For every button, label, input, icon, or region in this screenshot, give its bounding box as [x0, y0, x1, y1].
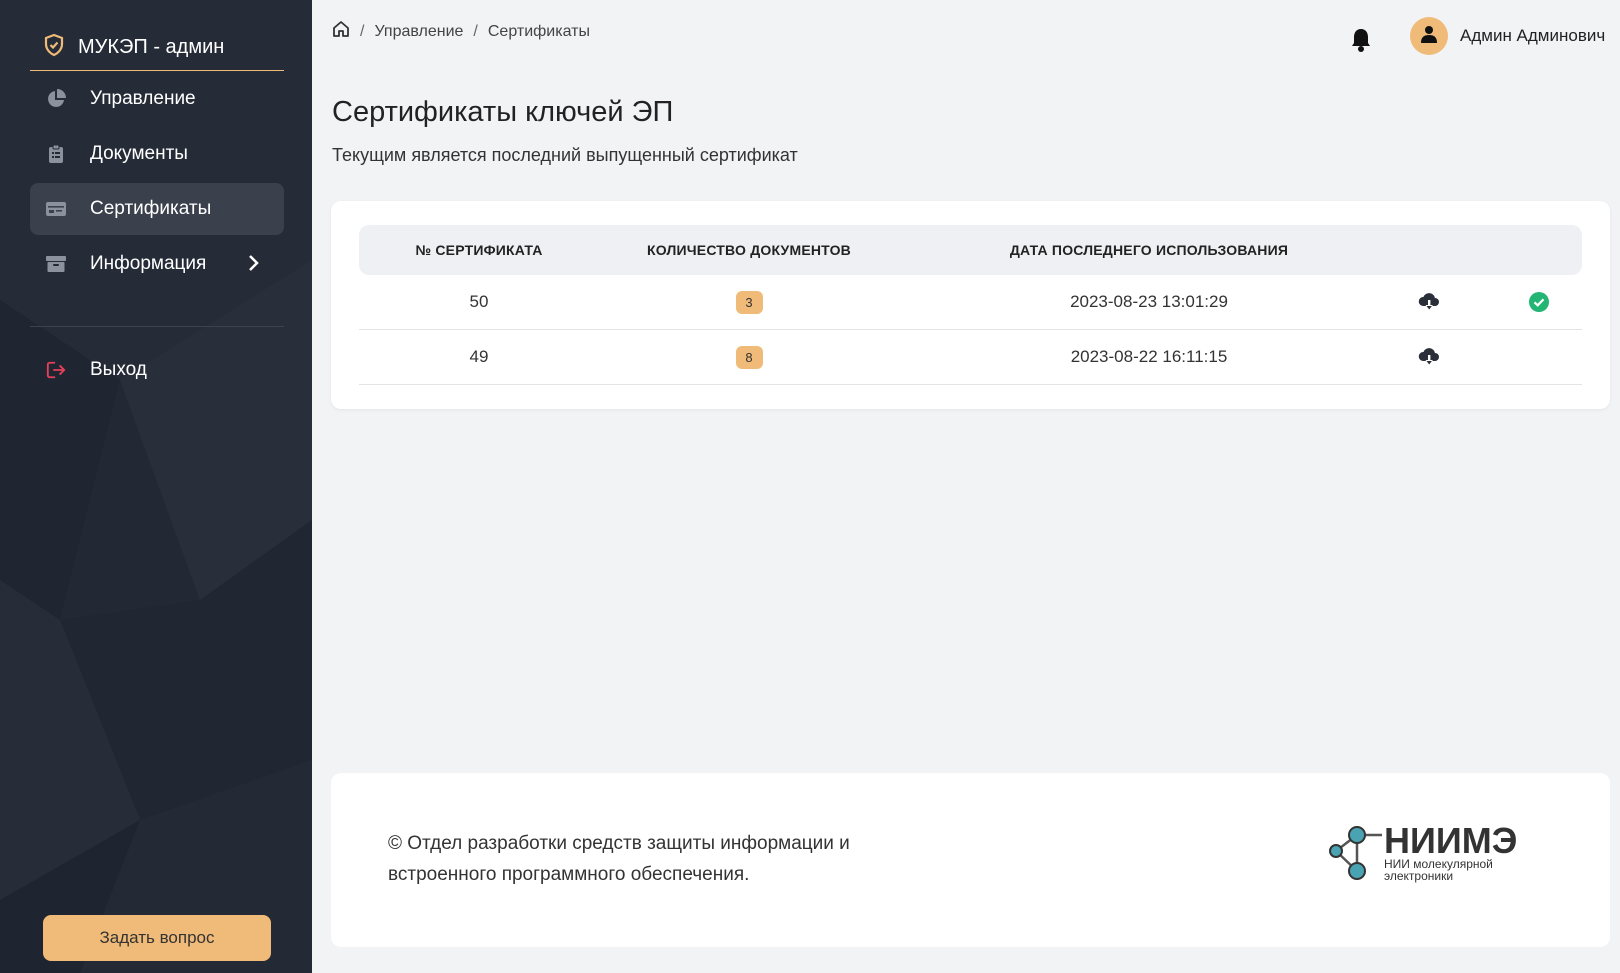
logout-icon: [46, 360, 66, 380]
cloud-download-icon[interactable]: [1409, 330, 1449, 384]
sidebar-item-certificates[interactable]: Сертификаты: [30, 183, 284, 235]
documents-count: 3: [599, 275, 899, 329]
home-icon[interactable]: [332, 20, 350, 43]
logout-section: Выход: [30, 344, 284, 399]
niime-logo: НИИМЭ НИИ молекулярной электроники: [1327, 820, 1547, 890]
sidebar-item-label: Сертификаты: [90, 198, 212, 219]
sidebar-item-documents[interactable]: Документы: [30, 128, 284, 180]
column-header-number: № СЕРТИФИКАТА: [415, 242, 543, 258]
column-header-documents: КОЛИЧЕСТВО ДОКУМЕНТОВ: [647, 242, 851, 258]
sidebar: МУКЭП - админ Управление Документы Серти…: [0, 0, 312, 973]
page-title: Сертификаты ключей ЭП: [332, 96, 674, 128]
cloud-download-icon[interactable]: [1409, 275, 1449, 329]
current-check-icon: [1519, 275, 1559, 329]
archive-icon: [46, 254, 66, 274]
user-icon: [1421, 25, 1437, 48]
documents-count: 8: [599, 330, 899, 384]
documents-count-badge[interactable]: 3: [735, 290, 763, 314]
footer: © Отдел разработки средств защиты информ…: [331, 773, 1610, 947]
molecule-icon: [1329, 826, 1382, 880]
sidebar-item-label: Управление: [90, 88, 196, 109]
last-used-date: 2023-08-22 16:11:15: [1070, 347, 1228, 366]
table-header: № СЕРТИФИКАТА КОЛИЧЕСТВО ДОКУМЕНТОВ ДАТА…: [359, 225, 1582, 275]
breadcrumb-separator: /: [360, 22, 365, 40]
breadcrumb-separator: /: [473, 22, 478, 40]
breadcrumb-item-management[interactable]: Управление: [374, 23, 463, 41]
sidebar-item-label: Информация: [90, 253, 207, 274]
sidebar-item-label: Документы: [90, 143, 188, 164]
sidebar-item-information[interactable]: Информация: [30, 238, 284, 290]
table-row: 50 3 2023-08-23 13:01:29: [359, 275, 1582, 330]
user-menu[interactable]: Админ Админович: [1410, 17, 1605, 55]
certificate-number: 50: [469, 292, 489, 311]
shield-check-icon: [42, 33, 66, 62]
documents-count-badge[interactable]: 8: [735, 345, 763, 369]
sidebar-divider: [30, 326, 284, 327]
logout-label: Выход: [90, 359, 147, 380]
ask-question-button[interactable]: Задать вопрос: [43, 915, 271, 961]
breadcrumb-item-certificates: Сертификаты: [487, 22, 590, 40]
brand[interactable]: МУКЭП - админ: [30, 24, 284, 71]
breadcrumb: / Управление / Сертификаты: [332, 20, 590, 43]
certificates-table-card: № СЕРТИФИКАТА КОЛИЧЕСТВО ДОКУМЕНТОВ ДАТА…: [331, 201, 1610, 409]
last-used-date: 2023-08-23 13:01:29: [1070, 292, 1228, 311]
clipboard-icon: [46, 144, 66, 164]
id-card-icon: [46, 199, 66, 219]
column-header-last-used: ДАТА ПОСЛЕДНЕГО ИСПОЛЬЗОВАНИЯ: [1009, 242, 1289, 258]
svg-text:НИИМЭ: НИИМЭ: [1384, 823, 1517, 861]
sidebar-item-management[interactable]: Управление: [30, 73, 284, 125]
svg-text:электроники: электроники: [1384, 869, 1453, 883]
sidebar-nav: Управление Документы Сертификаты Информа…: [30, 73, 284, 293]
logout-button[interactable]: Выход: [30, 344, 284, 396]
footer-copyright: © Отдел разработки средств защиты информ…: [388, 833, 850, 885]
page-subtitle: Текущим является последний выпущенный се…: [332, 145, 798, 165]
brand-title: МУКЭП - админ: [78, 35, 225, 58]
avatar: [1410, 17, 1448, 55]
certificate-number: 49: [469, 347, 489, 366]
pie-chart-icon: [46, 89, 66, 109]
table-row: 49 8 2023-08-22 16:11:15: [359, 330, 1582, 385]
user-name: Админ Админович: [1460, 26, 1606, 45]
chevron-right-icon: [248, 254, 260, 278]
bell-icon[interactable]: [1350, 27, 1372, 58]
